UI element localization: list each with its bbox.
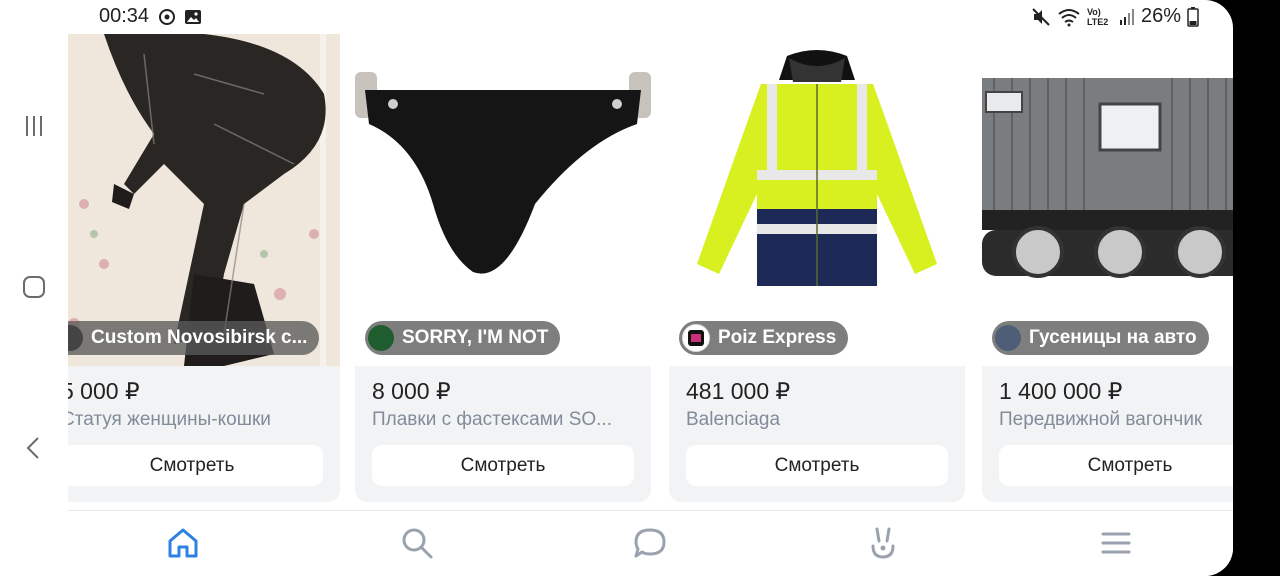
shop-name: SORRY, I'M NOT [402,327,549,348]
shop-avatar [682,324,710,352]
tab-messages[interactable] [632,525,668,561]
tab-menu[interactable] [1098,525,1134,561]
product-price: 1 400 000 ₽ [999,378,1123,404]
shop-chip[interactable]: Гусеницы на авто [992,321,1209,355]
product-card[interactable]: Custom Novosibirsk c... 5 000 ₽ Статуя ж… [68,34,340,502]
view-button[interactable]: Смотреть [372,445,634,486]
product-image[interactable]: Гусеницы на авто [982,34,1233,366]
view-button[interactable]: Смотреть [999,445,1233,486]
home-square-icon [23,276,45,298]
shop-name: Poiz Express [718,327,837,348]
clips-icon [871,527,895,559]
poiz-logo-icon [688,330,704,346]
recent-apps-button[interactable] [20,112,48,140]
product-price: 5 000 ₽ [68,378,140,404]
messages-icon [634,528,666,558]
signal-icon [1119,8,1134,25]
product-image[interactable]: SORRY, I'M NOT [355,34,651,366]
recent-apps-icon [26,116,42,136]
bottom-tab-bar [68,510,1233,576]
battery-icon [1187,6,1199,27]
menu-icon [1101,532,1131,554]
search-icon [402,528,433,559]
status-bar: 00:34 Vo) LTE2 26% [0,0,1233,34]
back-button[interactable] [20,434,48,462]
status-right: Vo) LTE2 26% [1031,5,1199,28]
shop-chip[interactable]: Custom Novosibirsk c... [68,321,319,355]
product-price: 8 000 ₽ [372,378,451,404]
shop-avatar [995,325,1021,351]
gallery-icon [185,10,201,24]
home-icon [168,528,198,558]
product-image[interactable]: Custom Novosibirsk c... [68,34,340,366]
tab-home[interactable] [165,525,201,561]
system-nav-bar [0,34,68,576]
product-card[interactable]: Poiz Express 481 000 ₽ Balenciaga Смотре… [669,34,965,502]
home-button[interactable] [20,273,48,301]
product-card[interactable]: Гусеницы на авто 1 400 000 ₽ Передвижной… [982,34,1233,502]
app-screen: 00:34 Vo) LTE2 26% Custom Novosibirsk c.… [0,0,1233,576]
product-title[interactable]: Статуя женщины-кошки [68,409,326,431]
trailer-image [982,78,1233,278]
tab-clips[interactable] [865,525,901,561]
mute-icon [1032,7,1050,26]
status-time: 00:34 [99,5,150,27]
shop-name: Custom Novosibirsk c... [91,327,308,348]
view-button[interactable]: Смотреть [686,445,948,486]
catwoman-statue-image [68,34,340,366]
shop-name: Гусеницы на авто [1029,327,1197,348]
product-price: 481 000 ₽ [686,378,791,404]
tab-search[interactable] [399,525,435,561]
wifi-icon [1058,8,1080,26]
back-arrow-icon [26,437,39,459]
product-image[interactable]: Poiz Express [669,34,965,366]
products-carousel[interactable]: Custom Novosibirsk c... 5 000 ₽ Статуя ж… [68,34,1233,510]
shop-avatar [68,325,83,351]
jacket-image [697,50,937,286]
product-title[interactable]: Плавки с фастексами SO... [372,409,637,431]
product-card[interactable]: SORRY, I'M NOT 8 000 ₽ Плавки с фастекса… [355,34,651,502]
briefs-image [355,72,651,274]
product-title[interactable]: Передвижной вагончик [999,409,1233,431]
shop-chip[interactable]: SORRY, I'M NOT [365,321,561,355]
sync-icon [159,9,175,25]
product-title[interactable]: Balenciaga [686,409,951,431]
network-type-label: Vo) LTE2 [1086,6,1109,27]
view-button[interactable]: Смотреть [68,445,323,486]
battery-percent: 26% [1140,5,1181,27]
shop-avatar [368,325,394,351]
shop-chip[interactable]: Poiz Express [679,321,849,355]
